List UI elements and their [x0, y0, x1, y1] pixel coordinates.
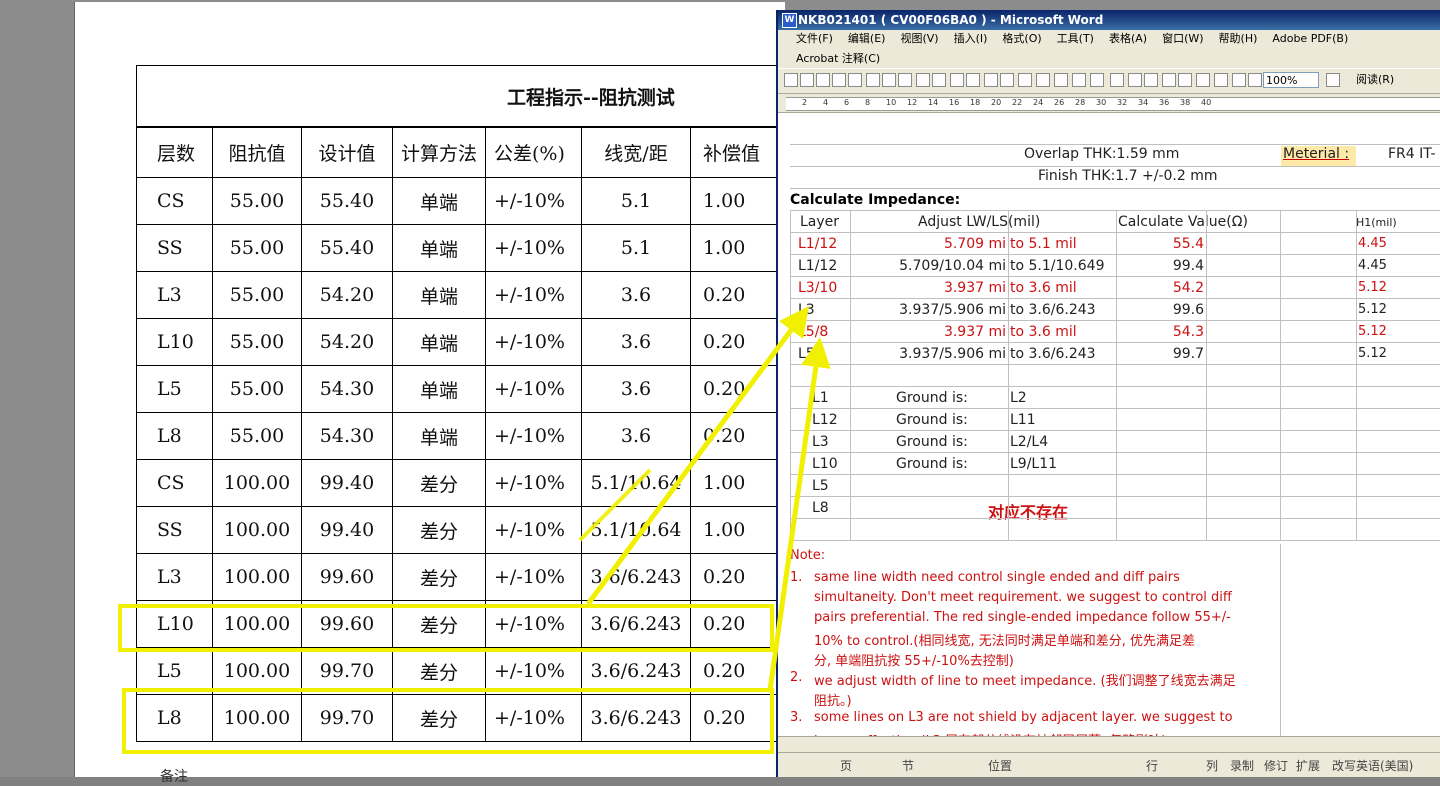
ruler-number: 36: [1159, 98, 1170, 107]
ruler-number: 38: [1180, 98, 1191, 107]
ruler-number: 16: [949, 98, 960, 107]
ruler-number: 30: [1096, 98, 1107, 107]
ruler-number: 20: [991, 98, 1002, 107]
ruler-number: 2: [802, 98, 808, 107]
arrow-shadow: [578, 468, 652, 542]
ruler-number: 4: [823, 98, 829, 107]
annotation-arrows: [578, 305, 831, 691]
ruler-number: 10: [886, 98, 897, 107]
arrow-to-l3: [585, 305, 809, 606]
ruler-number: 32: [1117, 98, 1128, 107]
ruler-number: 14: [928, 98, 939, 107]
arrow-to-l5: [767, 337, 831, 691]
ruler-number: 28: [1075, 98, 1086, 107]
ruler-number: 18: [970, 98, 981, 107]
ruler-number: 6: [844, 98, 850, 107]
ruler-number: 12: [907, 98, 918, 107]
ruler-number: 26: [1054, 98, 1065, 107]
ruler-number: 34: [1138, 98, 1149, 107]
ruler-number: 24: [1033, 98, 1044, 107]
ruler-number: 22: [1012, 98, 1023, 107]
ruler-number: 40: [1201, 98, 1212, 107]
ruler-number: 8: [865, 98, 871, 107]
